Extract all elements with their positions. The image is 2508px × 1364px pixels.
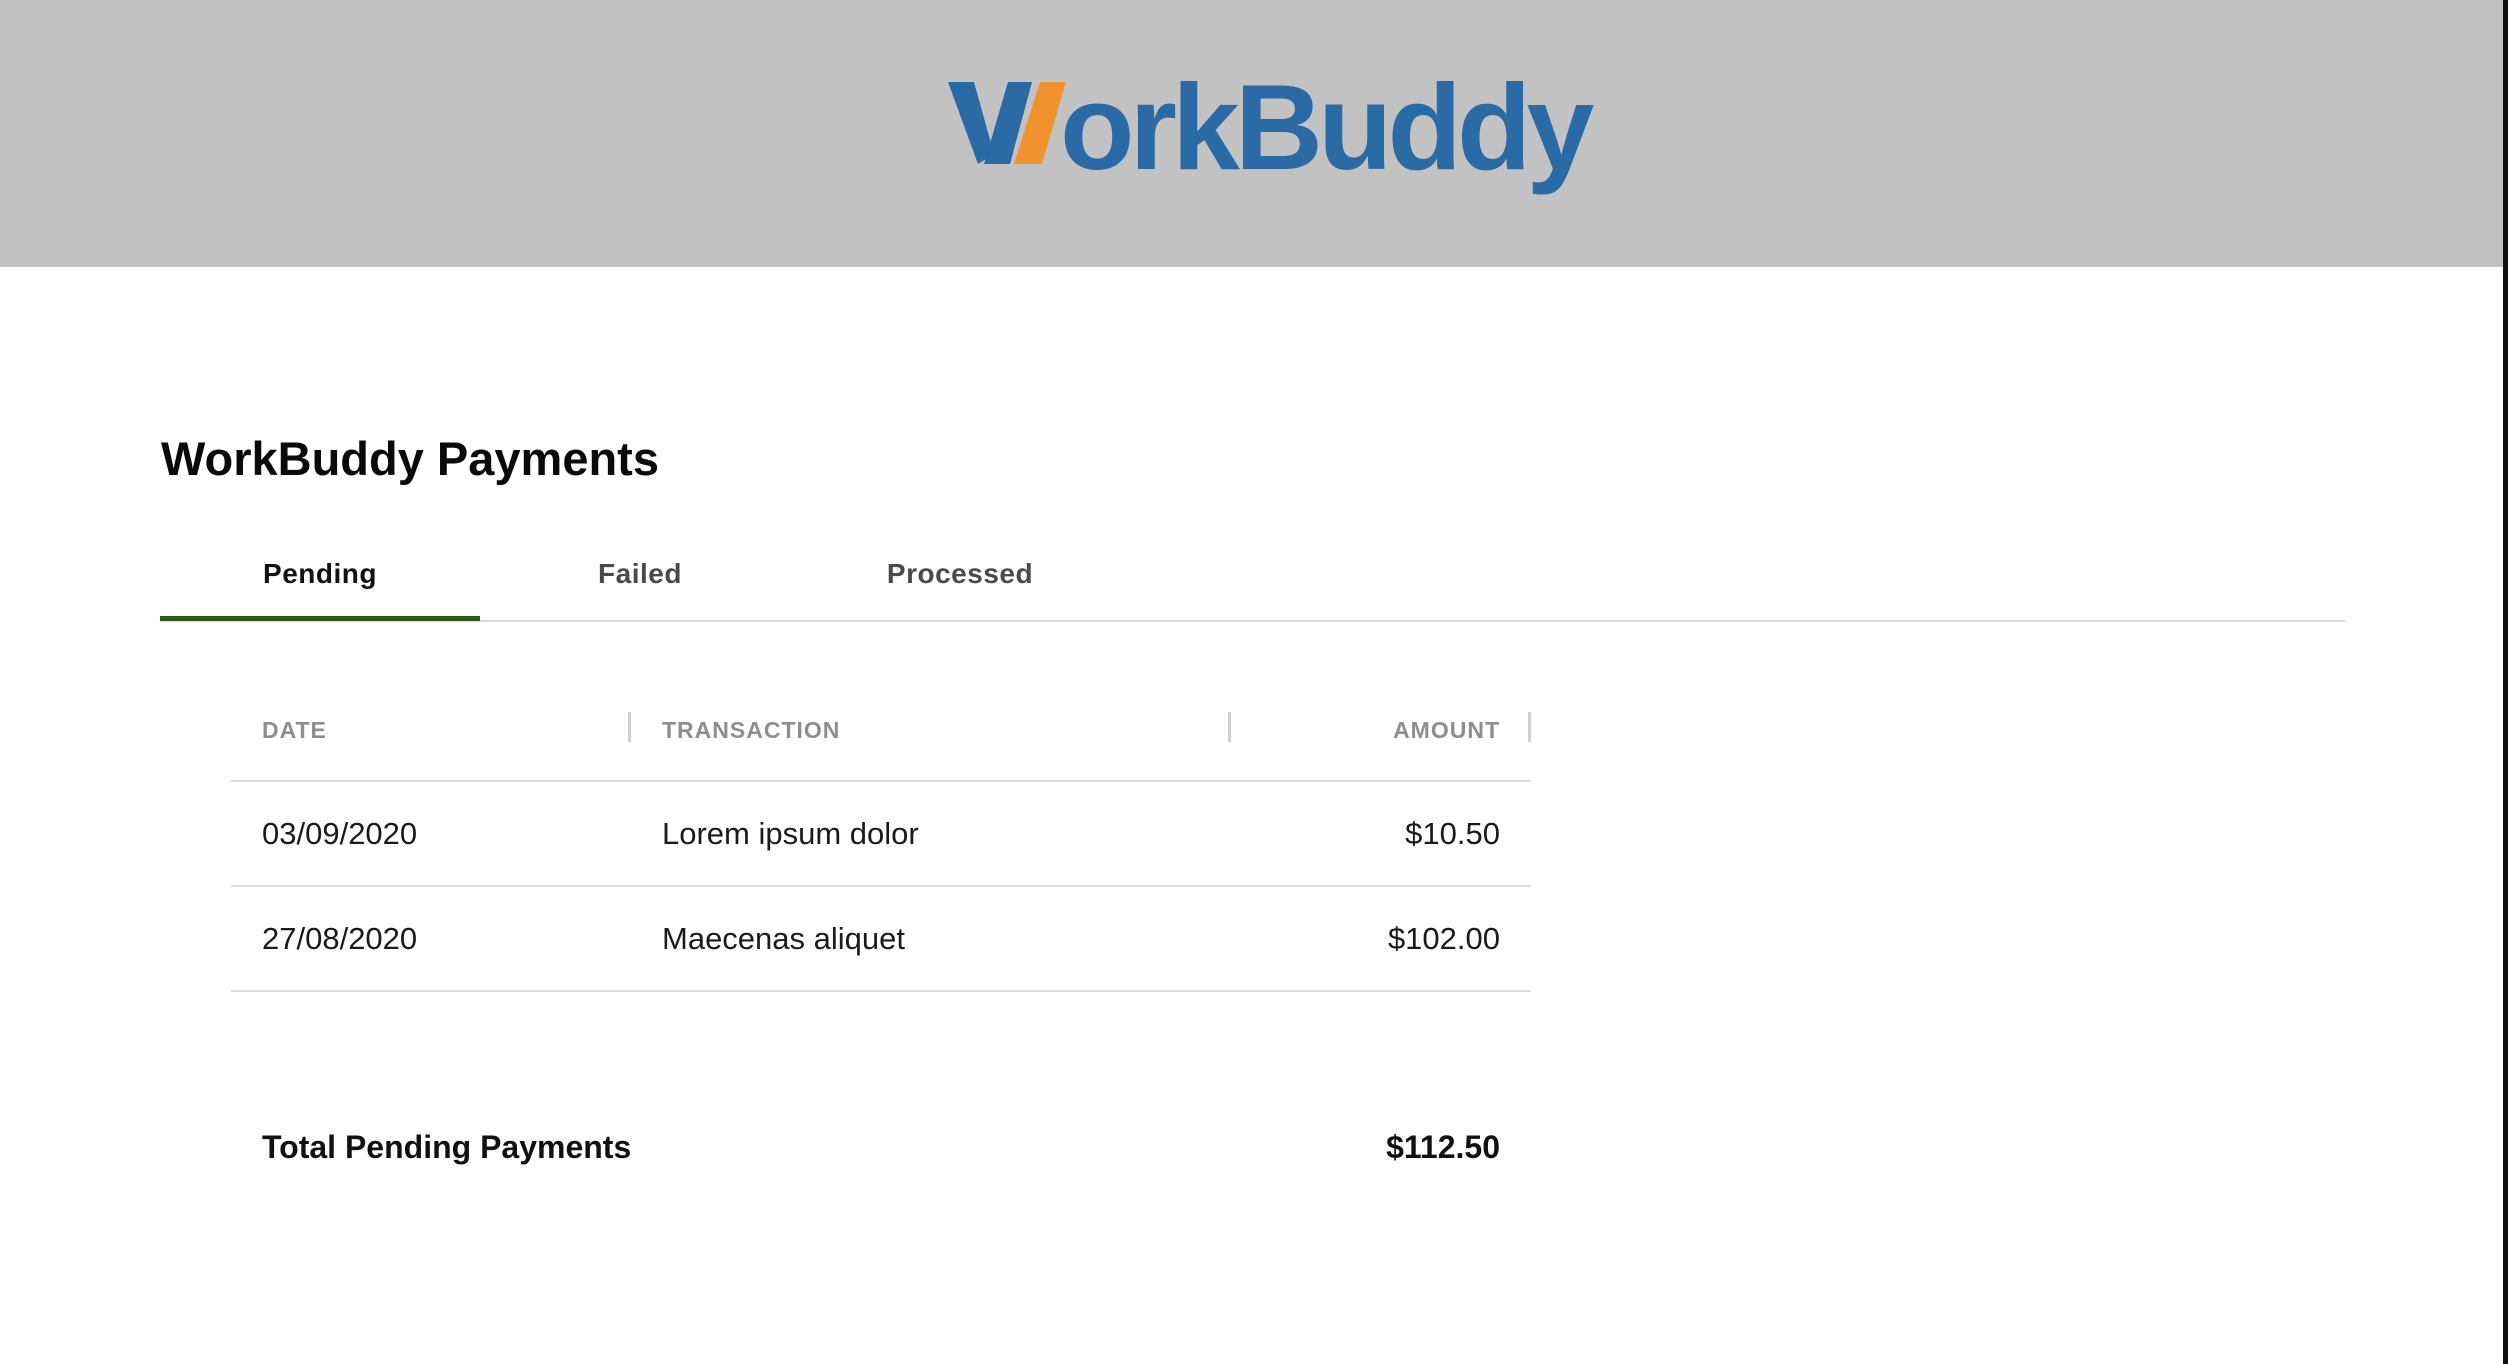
row-transaction: Maecenas aliquet xyxy=(662,920,905,956)
header-band: orkBuddy xyxy=(0,0,2503,267)
total-label: Total Pending Payments xyxy=(262,1129,632,1165)
payments-table: DATE TRANSACTION AMOUNT 03/09/2020 Lorem… xyxy=(231,680,1531,992)
row-date: 27/08/2020 xyxy=(262,920,418,956)
row-amount: $102.00 xyxy=(1387,920,1500,956)
tab-failed[interactable]: Failed xyxy=(480,530,800,618)
table-row[interactable]: 27/08/2020 Maecenas aliquet $102.00 xyxy=(231,887,1531,992)
table-row[interactable]: 03/09/2020 Lorem ipsum dolor $10.50 xyxy=(231,782,1531,887)
transaction-column-header[interactable]: TRANSACTION xyxy=(662,680,840,780)
window-edge xyxy=(2503,0,2508,1364)
table-header: DATE TRANSACTION AMOUNT xyxy=(231,680,1531,782)
row-transaction: Lorem ipsum dolor xyxy=(662,815,919,851)
amount-column-header[interactable]: AMOUNT xyxy=(1393,680,1500,780)
total-summary: Total Pending Payments $112.50 xyxy=(231,1112,1531,1182)
tab-processed[interactable]: Processed xyxy=(800,530,1120,618)
payment-tabs: Pending Failed Processed xyxy=(160,530,2345,622)
page: orkBuddy WorkBuddy Payments Pending Fail… xyxy=(0,0,2508,1364)
row-amount: $10.50 xyxy=(1405,815,1500,851)
column-resize-handle[interactable] xyxy=(1228,712,1231,742)
tab-pending[interactable]: Pending xyxy=(160,530,480,621)
logo-wordmark: orkBuddy xyxy=(1060,59,1594,195)
logo-w-mark xyxy=(948,82,1066,164)
column-resize-handle[interactable] xyxy=(1528,712,1531,742)
date-column-header[interactable]: DATE xyxy=(262,680,327,780)
row-date: 03/09/2020 xyxy=(262,815,418,851)
page-title: WorkBuddy Payments xyxy=(161,432,659,485)
total-amount: $112.50 xyxy=(1386,1129,1500,1165)
workbuddy-logo: orkBuddy xyxy=(948,62,1594,198)
column-resize-handle[interactable] xyxy=(628,712,631,742)
